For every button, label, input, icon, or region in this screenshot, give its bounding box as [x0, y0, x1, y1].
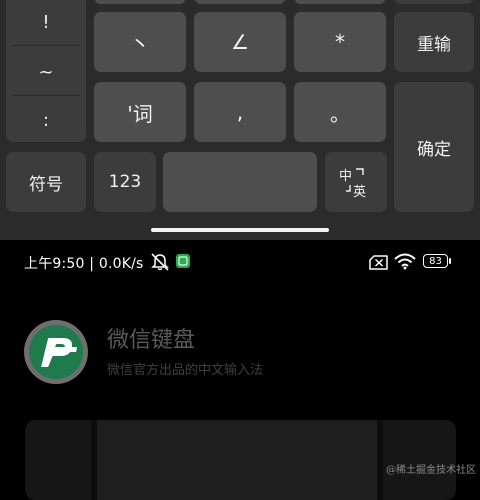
wechat-notification-icon	[176, 254, 190, 268]
symbol-exclamation[interactable]: !	[6, 0, 86, 46]
symbol-tilde[interactable]: ~	[6, 48, 86, 96]
key-phrase[interactable]: '词	[94, 82, 186, 142]
preview-panel	[97, 420, 377, 500]
app-subtitle: 微信官方出品的中文输入法	[107, 363, 264, 378]
divider	[12, 45, 80, 46]
home-indicator[interactable]	[151, 228, 329, 232]
key-angle[interactable]: ∠	[194, 12, 286, 72]
battery-icon: 83	[423, 254, 448, 268]
wechat-keyboard-logo-icon	[24, 320, 88, 384]
confirm-button[interactable]: 确定	[394, 82, 474, 212]
key-period[interactable]: 。	[294, 82, 386, 142]
number-key[interactable]: 123	[94, 152, 156, 212]
cut-key	[94, 0, 186, 4]
keyboard-preview-card	[25, 420, 456, 500]
preview-divider	[91, 420, 97, 500]
symbol-colon[interactable]: :	[6, 96, 86, 144]
key-asterisk[interactable]: *	[294, 12, 386, 72]
time-network-speed: 上午9:50 | 0.0K/s	[24, 256, 144, 272]
keyboard: ! ~ : 丶 ∠ * 重输 '词 , 。 确定 符号 123 中 英	[0, 0, 480, 240]
lang-en-label: 英	[353, 185, 366, 199]
cut-key	[194, 0, 286, 4]
watermark: @稀土掘金技术社区	[386, 465, 476, 476]
sim-off-icon	[369, 255, 388, 270]
status-bar: 上午9:50 | 0.0K/s 83	[0, 248, 480, 276]
mute-bell-icon	[151, 253, 169, 271]
app-title: 微信键盘	[107, 328, 196, 353]
battery-tip	[449, 258, 451, 264]
cut-key	[394, 0, 474, 4]
reenter-button[interactable]: 重输	[394, 12, 474, 72]
key-dun[interactable]: 丶	[94, 12, 186, 72]
key-comma[interactable]: ,	[194, 82, 286, 142]
language-switch-key[interactable]: 中 英	[325, 152, 387, 212]
wifi-icon	[394, 253, 416, 270]
lang-zh-label: 中	[339, 169, 352, 184]
zh-en-switch-icon: 中 英	[339, 168, 366, 199]
symbol-list[interactable]: ! ~ :	[6, 0, 86, 142]
symbol-key[interactable]: 符号	[6, 152, 86, 212]
battery-level: 83	[429, 255, 442, 267]
cut-key	[294, 0, 386, 4]
preview-divider	[377, 420, 383, 500]
space-key[interactable]	[163, 152, 317, 212]
